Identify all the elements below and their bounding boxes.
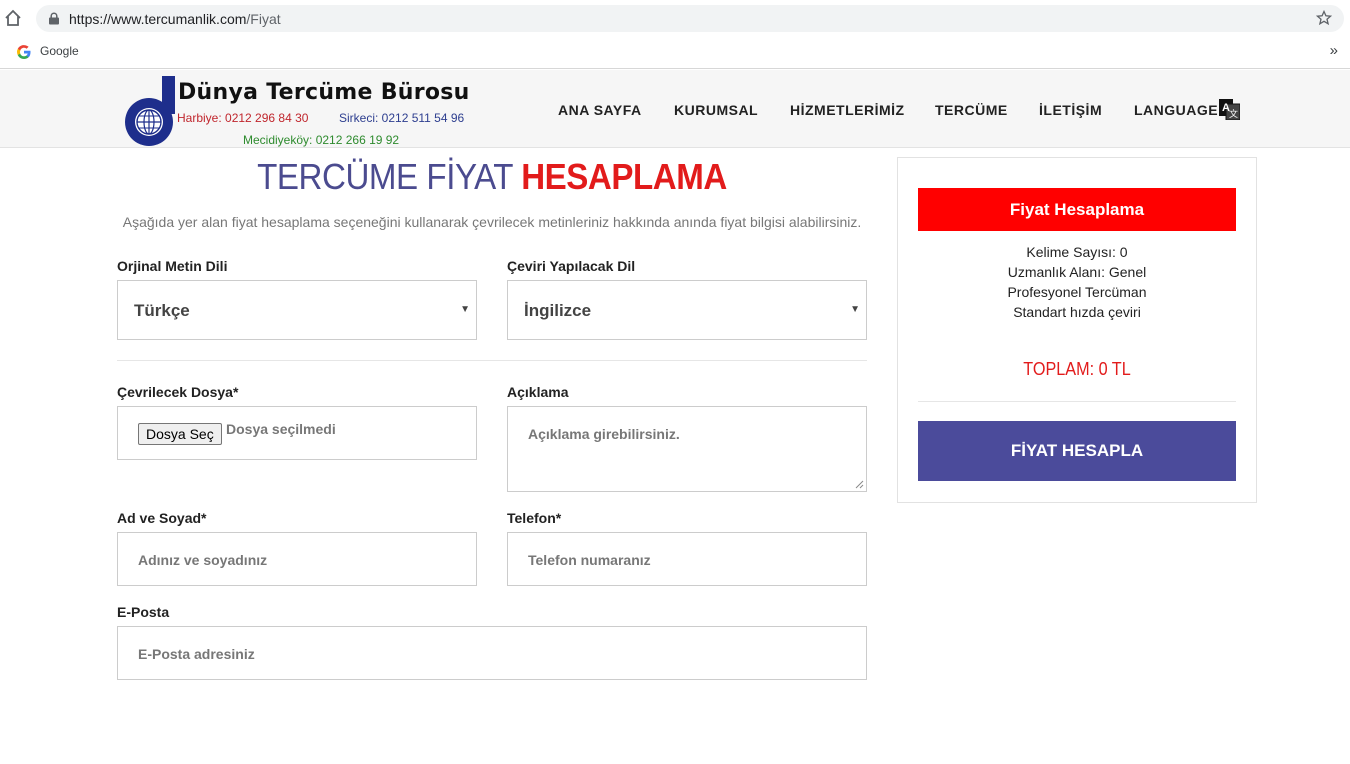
total-price: TOPLAM: 0 TL [1023,359,1131,379]
sidebar-divider [918,401,1236,402]
nav-kurumsal[interactable]: KURUMSAL [674,102,758,118]
bookmarks-overflow-button[interactable]: » [1330,42,1338,59]
file-status-text: Dosya seçilmedi [226,421,336,437]
url-text: https://www.tercumanlik.com/Fiyat [69,11,281,27]
url-path: /Fiyat [246,11,281,27]
phone-placeholder: Telefon numaranız [528,552,651,568]
translation-speed: Standart hızda çeviri [1013,304,1141,320]
calculate-price-button[interactable]: FİYAT HESAPLA [918,421,1236,481]
url-host: https://www.tercumanlik.com [69,11,247,27]
google-icon[interactable] [16,44,32,60]
email-input[interactable]: E-Posta adresiniz [117,626,867,680]
nav-iletisim[interactable]: İLETİŞİM [1039,102,1102,118]
bookmark-star-icon[interactable] [1316,10,1332,26]
name-label: Ad ve Soyad* [117,510,207,526]
choose-file-button[interactable]: Dosya Seç [138,423,222,445]
home-icon[interactable] [4,9,22,27]
logo-phone-harbiye: Harbiye: 0212 296 84 30 [177,111,309,125]
expertise-field: Uzmanlık Alanı: Genel [1007,264,1147,280]
word-count: Kelime Sayısı: 0 [1026,244,1128,260]
sidebar-header: Fiyat Hesaplama [918,188,1236,231]
page-title-part2: HESAPLAMA [521,156,727,197]
target-lang-label: Çeviri Yapılacak Dil [507,258,636,274]
phone-label: Telefon* [507,510,562,526]
name-input[interactable]: Adınız ve soyadınız [117,532,477,586]
price-sidebar: Fiyat Hesaplama Kelime Sayısı: 0 Uzmanlı… [897,157,1257,503]
nav-ana-sayfa[interactable]: ANA SAYFA [558,102,642,118]
page-title: TERCÜME FİYAT HESAPLAMA [147,156,837,198]
file-label: Çevrilecek Dosya* [117,384,239,400]
description-textarea[interactable]: Açıklama girebilirsiniz. [507,406,867,492]
address-bar[interactable]: https://www.tercumanlik.com/Fiyat [36,5,1344,32]
form-divider [117,360,867,361]
target-lang-value: İngilizce [524,301,592,320]
name-placeholder: Adınız ve soyadınız [138,552,268,568]
bookmark-google[interactable]: Google [40,44,79,58]
browser-toolbar: https://www.tercumanlik.com/Fiyat [0,0,1350,36]
target-lang-select[interactable]: İngilizce ▼ [507,280,867,340]
file-upload-field: Dosya Seç Dosya seçilmedi [117,406,477,460]
translate-icon[interactable]: A 文 [1219,99,1240,120]
bookmarks-bar: Google » [0,36,1350,69]
email-placeholder: E-Posta adresiniz [138,646,255,662]
dropdown-arrow-icon: ▼ [460,304,470,315]
site-logo[interactable]: Dünya Tercüme Bürosu Harbiye: 0212 296 8… [122,76,492,148]
source-lang-label: Orjinal Metin Dili [117,258,228,274]
globe-logo-icon [125,76,175,146]
source-lang-select[interactable]: Türkçe ▼ [117,280,477,340]
nav-tercume[interactable]: TERCÜME [935,102,1008,118]
logo-phone-mecidiyekoy: Mecidiyeköy: 0212 266 19 92 [243,133,400,147]
logo-phone-sirkeci: Sirkeci: 0212 511 54 96 [339,111,465,125]
source-lang-value: Türkçe [134,301,190,320]
email-label: E-Posta [117,604,170,620]
phone-input[interactable]: Telefon numaranız [507,532,867,586]
description-label: Açıklama [507,384,569,400]
dropdown-arrow-icon: ▼ [850,304,860,315]
intro-text: Aşağıda yer alan fiyat hesaplama seçeneğ… [122,214,862,230]
site-header: Dünya Tercüme Bürosu Harbiye: 0212 296 8… [0,70,1350,148]
logo-title: Dünya Tercüme Bürosu [178,80,470,105]
nav-language[interactable]: LANGUAGE [1134,102,1218,118]
translator-type: Profesyonel Tercüman [1007,284,1147,300]
page-title-part1: TERCÜME FİYAT [257,156,522,197]
nav-hizmetlerimiz[interactable]: HİZMETLERİMİZ [790,102,905,118]
lock-icon [49,12,59,25]
resize-handle-icon[interactable] [855,480,864,489]
description-placeholder: Açıklama girebilirsiniz. [528,426,680,442]
svg-text:文: 文 [1229,108,1238,119]
